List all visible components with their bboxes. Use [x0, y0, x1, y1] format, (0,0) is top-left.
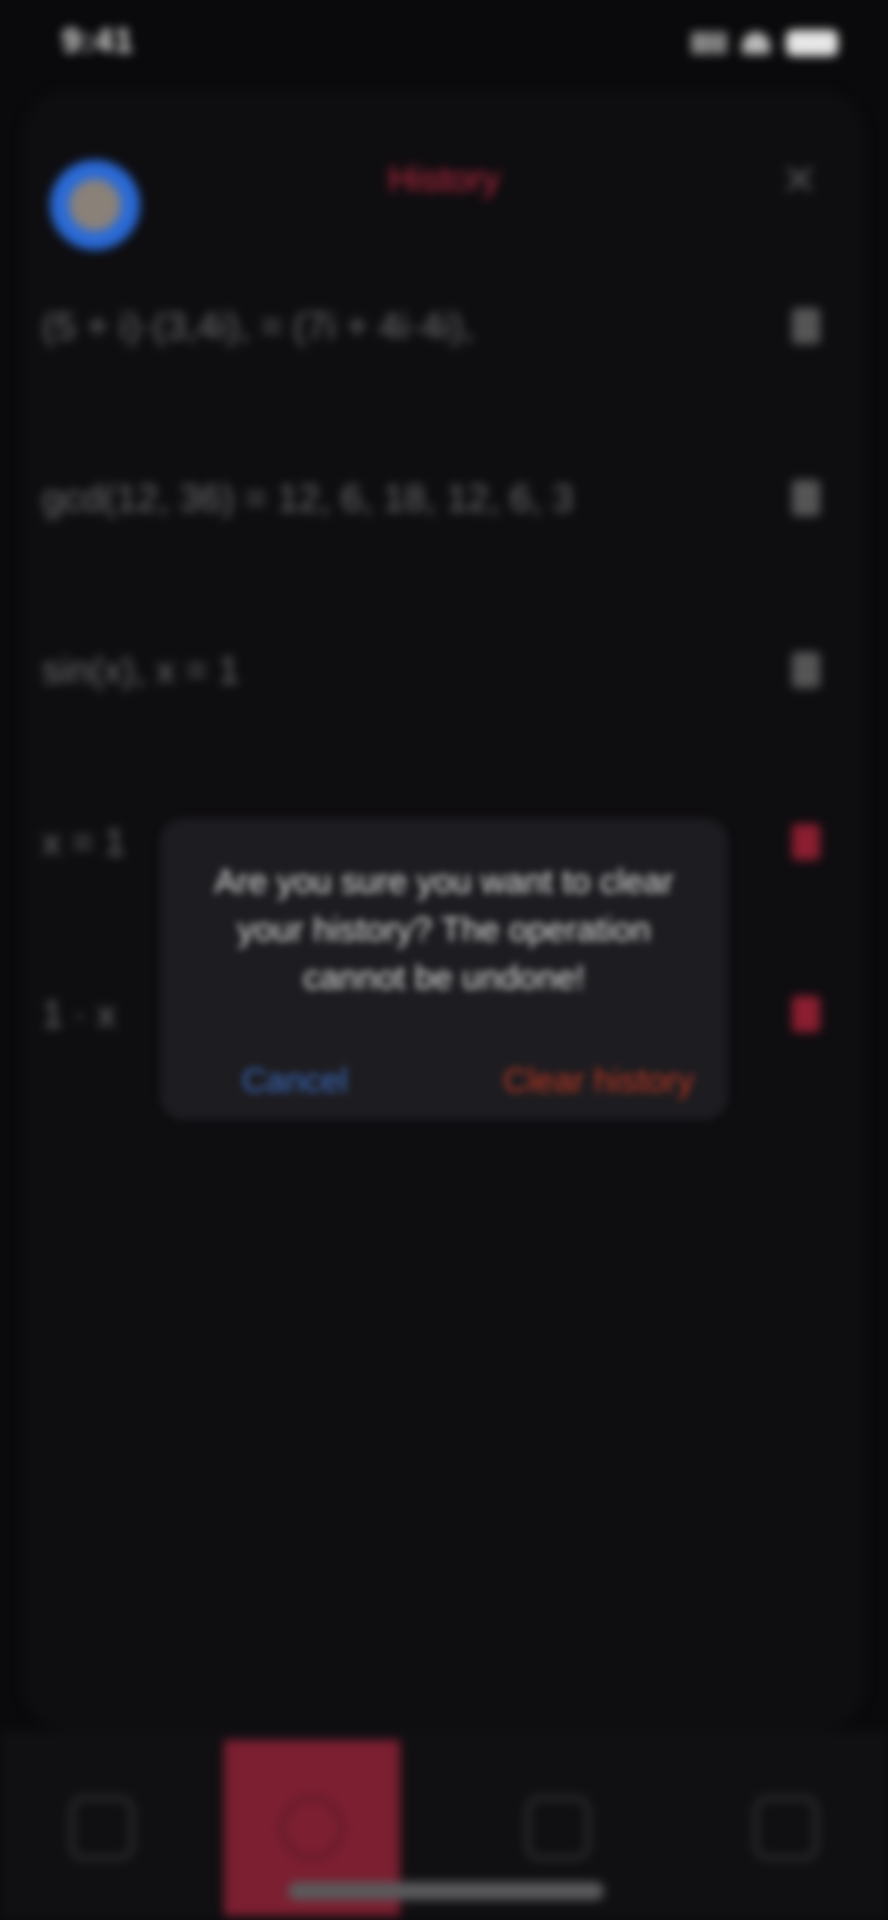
dialog-message: Are you sure you want to clear your hist… — [214, 863, 674, 997]
dialog-layer: Are you sure you want to clear your hist… — [0, 0, 888, 1920]
clear-history-button[interactable]: Clear history — [503, 1062, 694, 1101]
confirm-dialog: Are you sure you want to clear your hist… — [160, 818, 728, 1120]
cancel-button[interactable]: Cancel — [242, 1062, 348, 1101]
